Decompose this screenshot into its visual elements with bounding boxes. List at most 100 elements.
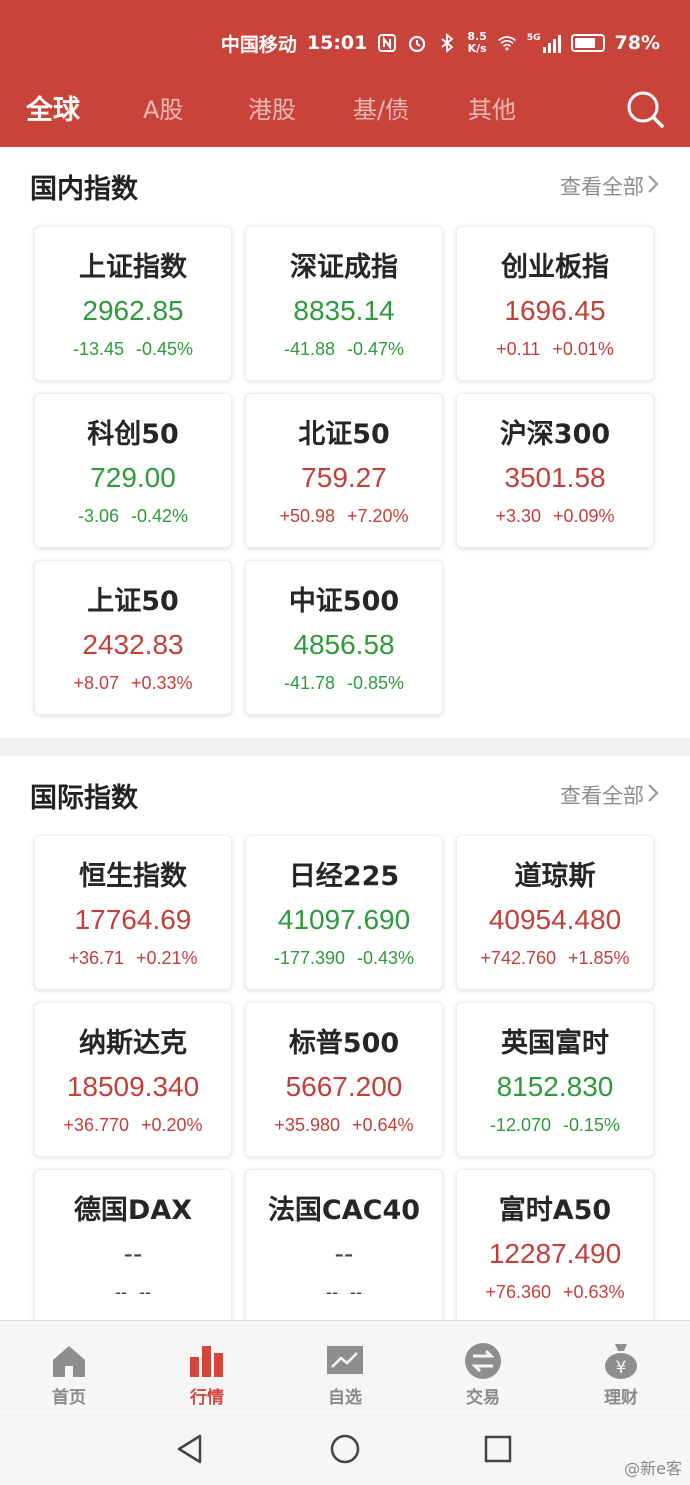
tab-others[interactable]: 其他 <box>468 90 516 125</box>
view-all-link[interactable]: 查看全部 <box>560 171 644 201</box>
net-speed-unit: K/s <box>467 42 487 55</box>
change-value: -13.45 <box>72 339 124 359</box>
index-card[interactable]: 富时A50 12287.490 +76.360 +0.63% <box>456 1169 654 1320</box>
nav-label: 首页 <box>52 1388 86 1408</box>
index-name: 日经225 <box>288 861 400 892</box>
change-value: -177.390 <box>273 948 345 968</box>
index-card[interactable]: 法国CAC40 -- -- -- <box>245 1169 443 1320</box>
domestic-indices-section: 国内指数 查看全部 上证指数 2962.85 -13.45 -0.45% 深证成指 883… <box>0 147 690 738</box>
index-change-row: -12.070 -0.15% <box>457 1115 653 1136</box>
change-value: +36.71 <box>68 948 124 968</box>
tab-global[interactable]: 全球 <box>26 88 80 127</box>
change-value: +742.760 <box>480 948 556 968</box>
nav-label: 理财 <box>604 1388 638 1408</box>
index-name: 深证成指 <box>290 252 398 283</box>
index-card[interactable]: 恒生指数 17764.69 +36.71 +0.21% <box>34 835 232 990</box>
home-icon <box>49 1341 89 1381</box>
index-change-row: +742.760 +1.85% <box>457 948 653 969</box>
change-percent: +0.20% <box>141 1115 203 1135</box>
index-name: 创业板指 <box>501 252 609 283</box>
nfc-icon <box>377 33 397 53</box>
status-bar: 中国移动 15:01 8.5 K/s 5G 78% <box>221 28 660 58</box>
search-icon[interactable] <box>624 88 666 130</box>
change-percent: +1.85% <box>568 948 630 968</box>
nav-market[interactable]: 行情 <box>138 1321 276 1413</box>
svg-text:¥: ¥ <box>616 1358 627 1378</box>
index-name: 中证500 <box>288 586 400 617</box>
index-change-row: -13.45 -0.45% <box>35 339 231 360</box>
index-card[interactable]: 深证成指 8835.14 -41.88 -0.47% <box>245 226 443 381</box>
index-name: 富时A50 <box>498 1195 612 1226</box>
index-change-row: +36.770 +0.20% <box>35 1115 231 1136</box>
trade-exchange-icon <box>463 1341 503 1381</box>
change-value: +0.11 <box>496 339 541 359</box>
index-card[interactable]: 上证50 2432.83 +8.07 +0.33% <box>34 560 232 715</box>
recent-apps-icon[interactable] <box>482 1433 514 1465</box>
tab-funds-bonds[interactable]: 基/债 <box>353 90 409 125</box>
index-card[interactable]: 北证50 759.27 +50.98 +7.20% <box>245 393 443 548</box>
index-card[interactable]: 中证500 4856.58 -41.78 -0.85% <box>245 560 443 715</box>
chevron-right-icon[interactable] <box>644 171 662 197</box>
back-icon[interactable] <box>174 1433 206 1465</box>
bluetooth-icon <box>437 33 457 53</box>
index-card[interactable]: 德国DAX -- -- -- <box>34 1169 232 1320</box>
index-card[interactable]: 纳斯达克 18509.340 +36.770 +0.20% <box>34 1002 232 1157</box>
nav-home[interactable]: 首页 <box>0 1321 138 1413</box>
international-index-grid: 恒生指数 17764.69 +36.71 +0.21% 日经225 41097.690 -1… <box>34 835 656 1320</box>
nav-label: 行情 <box>190 1388 224 1408</box>
index-price: 40954.480 <box>488 904 622 935</box>
index-card[interactable]: 沪深300 3501.58 +3.30 +0.09% <box>456 393 654 548</box>
index-card[interactable]: 创业板指 1696.45 +0.11 +0.01% <box>456 226 654 381</box>
bottom-navigation: 首页 行情 自选 交易 ¥ 理财 <box>0 1320 690 1412</box>
nav-trade[interactable]: 交易 <box>414 1321 552 1413</box>
market-bars-icon <box>187 1341 227 1381</box>
index-card[interactable]: 标普500 5667.200 +35.980 +0.64% <box>245 1002 443 1157</box>
section-divider <box>0 738 690 756</box>
change-value: -12.070 <box>489 1115 551 1135</box>
change-value: +3.30 <box>495 506 541 526</box>
nav-watchlist[interactable]: 自选 <box>276 1321 414 1413</box>
battery-percent: 78% <box>614 32 660 54</box>
nav-wealth[interactable]: ¥ 理财 <box>552 1321 690 1413</box>
index-price: 3501.58 <box>504 462 606 493</box>
index-name: 法国CAC40 <box>267 1195 421 1226</box>
section-title: 国际指数 <box>30 783 138 814</box>
index-change-row: +50.98 +7.20% <box>246 506 442 527</box>
index-change-row: +0.11 +0.01% <box>457 339 653 360</box>
index-card[interactable]: 日经225 41097.690 -177.390 -0.43% <box>245 835 443 990</box>
index-change-row: -41.88 -0.47% <box>246 339 442 360</box>
change-value: +50.98 <box>279 506 335 526</box>
change-percent: +0.64% <box>352 1115 414 1135</box>
index-change-row: -177.390 -0.43% <box>246 948 442 969</box>
tab-a-shares[interactable]: A股 <box>143 90 183 125</box>
change-percent: +0.01% <box>552 339 614 359</box>
change-percent: -- <box>350 1282 362 1302</box>
change-percent: -0.45% <box>136 339 194 359</box>
battery-icon <box>570 34 605 52</box>
index-card[interactable]: 科创50 729.00 -3.06 -0.42% <box>34 393 232 548</box>
tab-hk-shares[interactable]: 港股 <box>248 90 296 125</box>
index-price: 759.27 <box>301 462 387 493</box>
clock: 15:01 <box>306 32 368 54</box>
app-header: 中国移动 15:01 8.5 K/s 5G 78% 全球 A股 港股 基/债 其… <box>0 0 690 147</box>
change-percent: -0.47% <box>347 339 405 359</box>
index-price: 41097.690 <box>277 904 411 935</box>
index-card[interactable]: 英国富时 8152.830 -12.070 -0.15% <box>456 1002 654 1157</box>
index-price: 8152.830 <box>496 1071 614 1102</box>
index-price: 8835.14 <box>293 295 395 326</box>
index-change-row: -- -- <box>246 1282 442 1303</box>
index-price: 2962.85 <box>82 295 184 326</box>
index-change-row: +3.30 +0.09% <box>457 506 653 527</box>
home-circle-icon[interactable] <box>329 1433 361 1465</box>
view-all-link[interactable]: 查看全部 <box>560 780 644 810</box>
wifi-icon <box>497 33 517 53</box>
index-card[interactable]: 上证指数 2962.85 -13.45 -0.45% <box>34 226 232 381</box>
change-percent: -- <box>139 1282 151 1302</box>
international-indices-section: 国际指数 查看全部 恒生指数 17764.69 +36.71 +0.21% 日经225 4… <box>0 756 690 1320</box>
alarm-icon <box>407 33 427 53</box>
nav-label: 交易 <box>466 1388 500 1408</box>
change-value: -41.78 <box>283 673 335 693</box>
index-card[interactable]: 道琼斯 40954.480 +742.760 +1.85% <box>456 835 654 990</box>
change-percent: +0.09% <box>552 506 615 526</box>
chevron-right-icon[interactable] <box>644 780 662 806</box>
